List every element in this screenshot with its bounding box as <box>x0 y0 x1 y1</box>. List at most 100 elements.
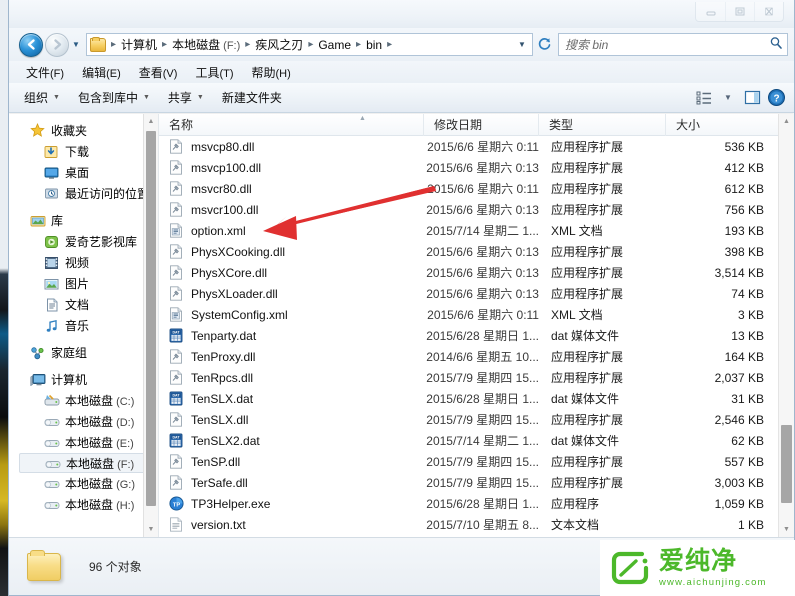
file-name-cell[interactable]: DAT TenSLX.dat <box>159 391 424 407</box>
minimize-icon[interactable] <box>696 2 725 21</box>
file-name-cell[interactable]: msvcr80.dll <box>159 180 424 197</box>
table-row[interactable]: TenSP.dll 2015/7/9 星期四 15... 应用程序扩展 557 KB <box>159 451 794 472</box>
include-in-library-button[interactable]: 包含到库中 ▼ <box>69 86 159 109</box>
sidebar-item-downloads[interactable]: 下载 <box>9 141 158 162</box>
breadcrumb-item-0[interactable]: 计算机 <box>119 34 159 55</box>
file-name-cell[interactable]: PhysXCore.dll <box>159 264 424 281</box>
help-icon[interactable]: ? <box>764 88 788 108</box>
file-list-scrollbar[interactable]: ▲ ▼ <box>778 114 794 537</box>
sidebar-item-drive-h[interactable]: 本地磁盘 (H:) <box>9 494 158 515</box>
sidebar-item-music[interactable]: 音乐 <box>9 315 158 336</box>
sidebar-item-drive-d[interactable]: 本地磁盘 (D:) <box>9 411 158 432</box>
file-name-cell[interactable]: msvcp80.dll <box>159 138 424 155</box>
table-row[interactable]: version.txt 2015/7/10 星期五 8... 文本文档 1 KB <box>159 514 794 535</box>
table-row[interactable]: PhysXCore.dll 2015/6/6 星期六 0:13 应用程序扩展 3,51… <box>159 262 794 283</box>
breadcrumb-bar[interactable]: ▸ 计算机 ▸ 本地磁盘 (F:) ▸ 疾风之刃 ▸ Game ▸ bin ▸ … <box>86 33 533 56</box>
sidebar-item-drive-f[interactable]: 本地磁盘 (F:) <box>19 453 154 473</box>
menu-edit[interactable]: 编辑(E) <box>73 62 130 83</box>
column-header-date[interactable]: 修改日期 <box>424 114 539 136</box>
file-name-cell[interactable]: msvcr100.dll <box>159 201 424 218</box>
scroll-down-icon[interactable]: ▼ <box>779 522 794 537</box>
menu-view[interactable]: 查看(V) <box>130 62 187 83</box>
file-name-cell[interactable]: TP TP3Helper.exe <box>159 495 424 512</box>
breadcrumb-item-4[interactable]: bin <box>364 36 384 54</box>
table-row[interactable]: option.xml 2015/7/14 星期二 1... XML 文档 193 KB <box>159 220 794 241</box>
file-name-cell[interactable]: TenSLX.dll <box>159 411 424 428</box>
sidebar-item-recent-places[interactable]: 最近访问的位置 <box>9 183 158 204</box>
sidebar-item-documents[interactable]: 文档 <box>9 294 158 315</box>
table-row[interactable]: DAT TenSLX.dat 2015/6/28 星期日 1... dat 媒体文件 3… <box>159 388 794 409</box>
table-row[interactable]: TenProxy.dll 2014/6/6 星期五 10... 应用程序扩展 164 … <box>159 346 794 367</box>
table-row[interactable]: DAT Tenparty.dat 2015/6/28 星期日 1... dat 媒体文… <box>159 325 794 346</box>
sidebar-item-drive-e[interactable]: 本地磁盘 (E:) <box>9 432 158 453</box>
chevron-down-icon[interactable]: ▼ <box>514 40 530 49</box>
breadcrumb-item-1[interactable]: 本地磁盘 (F:) <box>170 34 242 55</box>
organize-button[interactable]: 组织 ▼ <box>15 86 69 109</box>
back-button[interactable] <box>19 32 43 57</box>
list-view-icon[interactable] <box>692 88 716 108</box>
view-dropdown-icon[interactable]: ▼ <box>716 88 740 108</box>
navigation-scrollbar[interactable]: ▲ ▼ <box>143 114 158 537</box>
forward-button[interactable] <box>45 32 69 57</box>
table-row[interactable]: msvcp80.dll 2015/6/6 星期六 0:11 应用程序扩展 536 KB <box>159 136 794 157</box>
menu-tools[interactable]: 工具(T) <box>186 62 242 83</box>
sidebar-item-computer[interactable]: 计算机 <box>9 369 158 390</box>
sidebar-item-pictures[interactable]: 图片 <box>9 273 158 294</box>
file-name-cell[interactable]: option.xml <box>159 222 424 239</box>
maximize-icon[interactable] <box>725 2 754 21</box>
scroll-down-icon[interactable]: ▼ <box>144 522 158 537</box>
sidebar-item-favorites[interactable]: 收藏夹 <box>9 120 158 141</box>
table-row[interactable]: PhysXCooking.dll 2015/6/6 星期六 0:13 应用程序扩展 3… <box>159 241 794 262</box>
share-button[interactable]: 共享 ▼ <box>159 86 213 109</box>
preview-pane-icon[interactable] <box>740 88 764 108</box>
scroll-up-icon[interactable]: ▲ <box>144 114 158 129</box>
sidebar-item-libraries[interactable]: 库 <box>9 210 158 231</box>
file-name-cell[interactable]: TenRpcs.dll <box>159 369 424 386</box>
menu-help[interactable]: 帮助(H) <box>243 62 300 83</box>
file-name-cell[interactable]: TenSP.dll <box>159 453 424 470</box>
new-folder-button[interactable]: 新建文件夹 <box>213 86 291 109</box>
file-name-cell[interactable]: DAT Tenparty.dat <box>159 328 424 344</box>
column-header-name[interactable]: 名称 <box>159 114 424 136</box>
file-name-cell[interactable]: DAT TenSLX2.dat <box>159 433 424 449</box>
table-row[interactable]: msvcp100.dll 2015/6/6 星期六 0:13 应用程序扩展 412 K… <box>159 157 794 178</box>
sidebar-item-homegroup[interactable]: 家庭组 <box>9 342 158 363</box>
refresh-icon[interactable] <box>533 36 555 54</box>
file-size-cell: 74 KB <box>731 286 764 301</box>
sidebar-label: 图片 <box>65 277 90 291</box>
file-name-cell[interactable]: msvcp100.dll <box>159 159 424 176</box>
history-dropdown-icon[interactable]: ▼ <box>69 34 83 56</box>
file-name-cell[interactable]: PhysXCooking.dll <box>159 243 424 260</box>
table-row[interactable]: TenSLX.dll 2015/7/9 星期四 15... 应用程序扩展 2,546 … <box>159 409 794 430</box>
table-row[interactable]: msvcr100.dll 2015/6/6 星期六 0:13 应用程序扩展 756 K… <box>159 199 794 220</box>
column-header-size[interactable]: 大小 <box>666 114 794 136</box>
scroll-up-icon[interactable]: ▲ <box>779 114 794 129</box>
breadcrumb-item-3[interactable]: Game <box>316 36 353 54</box>
file-name-cell[interactable]: SystemConfig.xml <box>159 306 424 323</box>
scrollbar-thumb[interactable] <box>781 425 792 503</box>
sidebar-item-drive-g[interactable]: 本地磁盘 (G:) <box>9 473 158 494</box>
table-row[interactable]: PhysXLoader.dll 2015/6/6 星期六 0:13 应用程序扩展 74… <box>159 283 794 304</box>
dat-icon: DAT <box>169 391 185 407</box>
close-icon[interactable] <box>754 2 783 21</box>
table-row[interactable]: TP TP3Helper.exe 2015/6/28 星期日 1... 应用程序 1,0… <box>159 493 794 514</box>
table-row[interactable]: SystemConfig.xml 2015/6/6 星期六 0:11 XML 文档 3… <box>159 304 794 325</box>
sidebar-item-videos[interactable]: 视频 <box>9 252 158 273</box>
sidebar-item-iqiyi[interactable]: 爱奇艺影视库 <box>9 231 158 252</box>
sidebar-item-desktop[interactable]: 桌面 <box>9 162 158 183</box>
file-name-cell[interactable]: PhysXLoader.dll <box>159 285 424 302</box>
sidebar-item-drive-c[interactable]: 本地磁盘 (C:) <box>9 390 158 411</box>
menu-file[interactable]: 文件(F) <box>17 62 73 83</box>
file-name-cell[interactable]: TenProxy.dll <box>159 348 424 365</box>
breadcrumb-item-2[interactable]: 疾风之刃 <box>253 34 305 55</box>
search-input[interactable]: 搜索 bin <box>558 33 788 56</box>
table-row[interactable]: TerSafe.dll 2015/7/9 星期四 15... 应用程序扩展 3,003… <box>159 472 794 493</box>
table-row[interactable]: msvcr80.dll 2015/6/6 星期六 0:11 应用程序扩展 612 KB <box>159 178 794 199</box>
scrollbar-thumb[interactable] <box>146 131 156 506</box>
table-row[interactable]: TenRpcs.dll 2015/7/9 星期四 15... 应用程序扩展 2,037… <box>159 367 794 388</box>
file-name-cell[interactable]: TerSafe.dll <box>159 474 424 491</box>
column-header-type[interactable]: 类型 <box>539 114 666 136</box>
file-name-cell[interactable]: version.txt <box>159 516 424 533</box>
table-row[interactable]: DAT TenSLX2.dat 2015/7/14 星期二 1... dat 媒体文件… <box>159 430 794 451</box>
explorer-window: ▼ ▸ 计算机 ▸ 本地磁盘 (F:) ▸ 疾风之刃 ▸ Game ▸ bin … <box>8 0 795 596</box>
